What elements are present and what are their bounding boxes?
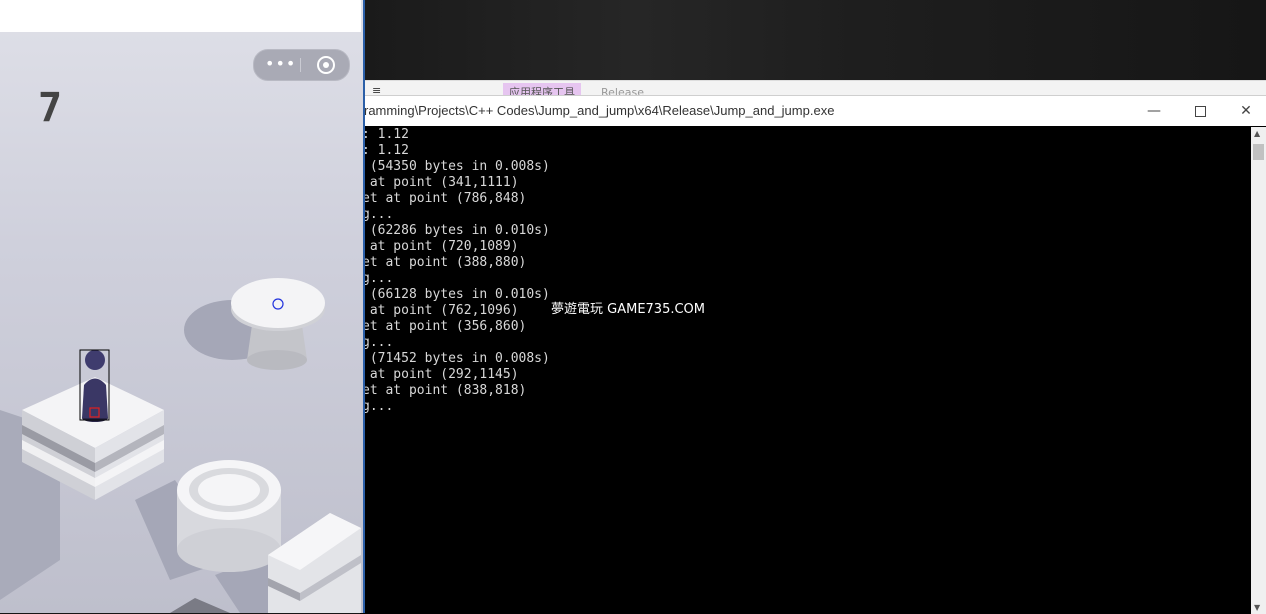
console-line: g...: [362, 399, 394, 414]
console-line: : 1.12: [362, 127, 409, 142]
close-icon: ✕: [1240, 103, 1252, 119]
console-line: at point (762,1096): [362, 303, 519, 318]
console-line: at point (341,1111): [362, 175, 519, 190]
console-line: g...: [362, 271, 394, 286]
close-button[interactable]: ✕: [1223, 96, 1266, 126]
scroll-down-icon[interactable]: ▼: [1254, 603, 1260, 612]
miniprogram-capsule[interactable]: •••: [253, 49, 350, 81]
console-line: (71452 bytes in 0.008s): [362, 351, 550, 366]
console-line: et at point (356,860): [362, 319, 527, 334]
console-line: g...: [362, 335, 394, 350]
player-piece: [79, 349, 110, 422]
score: 7: [38, 85, 63, 131]
desktop-background: [363, 0, 1266, 80]
console-line: (66128 bytes in 0.010s): [362, 287, 550, 302]
maximize-button[interactable]: [1177, 96, 1223, 126]
console-line: et at point (786,848): [362, 191, 527, 206]
console-line: g...: [362, 207, 394, 222]
console-line: (62286 bytes in 0.010s): [362, 223, 550, 238]
watermark: 夢遊電玩 GAME735.COM: [551, 302, 706, 317]
capsule-divider: [300, 58, 301, 72]
scroll-thumb[interactable]: [1253, 144, 1264, 160]
maximize-icon: [1194, 105, 1206, 117]
console-line: et at point (388,880): [362, 255, 527, 270]
console-titlebar[interactable]: ramming\Projects\C++ Codes\Jump_and_jump…: [360, 96, 1266, 126]
more-dots-icon[interactable]: •••: [265, 54, 296, 73]
console-scrollbar[interactable]: ▲ ▼: [1251, 127, 1266, 614]
console-window: ramming\Projects\C++ Codes\Jump_and_jump…: [360, 95, 1266, 614]
game-window[interactable]: 7 •••: [0, 0, 365, 613]
console-output[interactable]: : 1.12: 1.12 (54350 bytes in 0.008s) at …: [360, 127, 1252, 607]
console-line: et at point (838,818): [362, 383, 527, 398]
cylinder-platform: [177, 460, 281, 572]
minimize-button[interactable]: —: [1131, 96, 1177, 126]
box-platform: [268, 513, 361, 613]
console-line: at point (720,1089): [362, 239, 519, 254]
minimize-icon: —: [1147, 103, 1161, 119]
console-line: at point (292,1145): [362, 367, 519, 382]
partial-platform: [170, 598, 230, 613]
scroll-up-icon[interactable]: ▲: [1254, 129, 1260, 138]
console-line: (54350 bytes in 0.008s): [362, 159, 550, 174]
target-icon[interactable]: [317, 56, 335, 74]
console-line: : 1.12: [362, 143, 409, 158]
console-title: ramming\Projects\C++ Codes\Jump_and_jump…: [364, 103, 835, 118]
